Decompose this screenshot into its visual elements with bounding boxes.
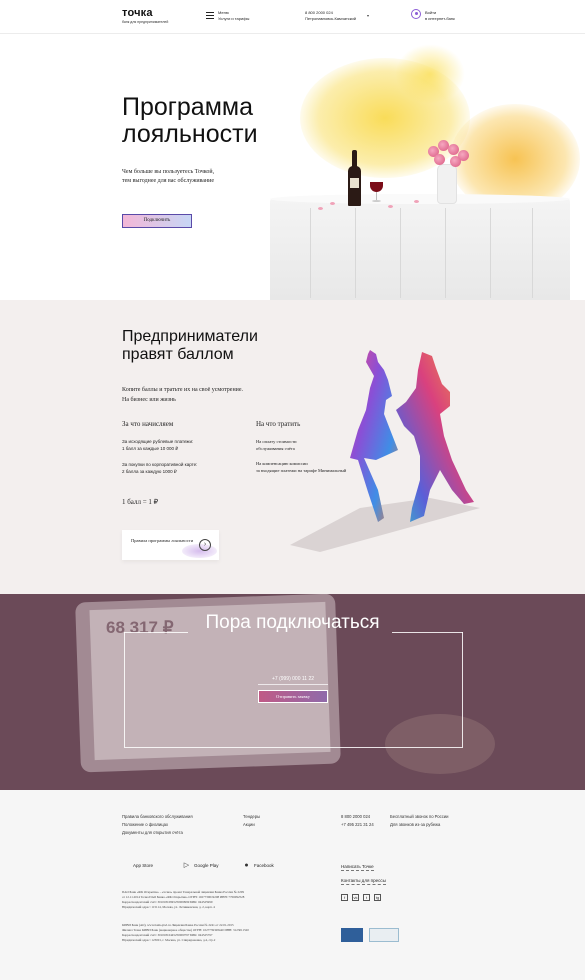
footer-phone-caption: Для звонков из-за рубежа (390, 822, 441, 827)
facebook-social-icon[interactable]: f (341, 894, 348, 901)
app-store-label: App Store (133, 863, 154, 868)
female-dancer (350, 350, 398, 522)
connect-title: Пора подключаться (205, 612, 380, 633)
wine-bottle-illustration (348, 150, 361, 206)
site-header: точка банк для предпринимателей Меню Усл… (0, 0, 585, 34)
city-selector[interactable]: Петропавловск-Камчатский (305, 16, 356, 22)
twitter-social-icon[interactable]: t (363, 894, 370, 901)
tablecloth-illustration (270, 198, 570, 300)
earn-item-value: 1 балл за каждые 10 000 ₽ (122, 446, 179, 451)
hero-title: Программа лояльности (122, 94, 258, 148)
legal-line: Юридический адрес: 123001, г. Москва, ул… (122, 938, 216, 942)
hero-description: Чем больше вы пользуетесь Точкой, тем вы… (122, 168, 282, 186)
site-footer: Правила банковского обслуживания Положен… (0, 790, 585, 980)
legal-info-opening: ПАО Банк «ФК Открытие» - «точка» проект … (122, 890, 302, 910)
google-play-label: Google Play (194, 863, 219, 868)
login-labels: Войти в интернет-банк (425, 10, 455, 21)
hero-desc-line-1: Чем больше вы пользуетесь Точкой, (122, 169, 215, 175)
loyalty-description: Копите баллы и тратьте их на своё усмотр… (122, 385, 302, 405)
google-play-icon: ▷ (183, 862, 190, 869)
loyalty-desc-line-2: На бизнес или жизнь (122, 397, 176, 403)
yellow-splash-small (395, 44, 465, 104)
rose-illustration (450, 156, 461, 167)
footer-link[interactable]: Документы для открытия счёта (122, 830, 183, 836)
vase-illustration (437, 164, 457, 204)
login-sublabel: в интернет-банк (425, 15, 455, 21)
footer-phone-caption: Бесплатный звонок по России (390, 814, 449, 819)
menu-sublabel: Услуги и тарифы (218, 15, 250, 21)
points-rate: 1 балл = 1 ₽ (122, 498, 159, 506)
apple-icon (122, 862, 129, 869)
user-icon (411, 9, 421, 19)
earn-heading: За что начисляем (122, 420, 174, 428)
petal-illustration (388, 205, 393, 208)
connect-button[interactable]: Подключить (122, 214, 192, 228)
hero-title-line-1: Программа (122, 93, 253, 121)
arrow-right-icon[interactable]: › (199, 539, 211, 551)
submit-application-button[interactable]: Отправить заявку (258, 690, 328, 703)
write-us-link[interactable]: Написать Точке (341, 864, 374, 871)
dancers-shadow (290, 498, 480, 552)
earn-item-value: 2 балла за каждую 1000 ₽ (122, 469, 177, 474)
footer-link[interactable]: Положение о физлицах (122, 822, 168, 828)
facebook-label: Facebook (254, 863, 274, 868)
footer-link[interactable]: Правила банковского обслуживания (122, 814, 193, 820)
connect-frame-top-right (392, 632, 463, 633)
deposit-insurance-badge (341, 928, 363, 942)
wine-glass-illustration (370, 182, 383, 192)
rules-link[interactable]: Правила программы лояльности (131, 538, 193, 543)
loyalty-desc-line-1: Копите баллы и тратьте их на своё усмотр… (122, 387, 244, 393)
phone-input[interactable]: +7 (999) 000 11 22 (258, 676, 328, 685)
rose-illustration (434, 154, 445, 165)
rules-link-card[interactable]: Правила программы лояльности › (122, 530, 219, 560)
footer-phone[interactable]: +7 495 221 31 24 (341, 822, 374, 828)
telegram-social-icon[interactable]: tg (374, 894, 381, 901)
footer-link[interactable]: Акции (243, 822, 255, 828)
app-store-link[interactable]: App Store (122, 862, 153, 869)
petal-illustration (318, 207, 323, 210)
chevron-down-icon[interactable]: ▾ (367, 13, 369, 18)
menu-button[interactable]: Меню Услуги и тарифы (206, 10, 249, 21)
earn-item: За исходящие рублевые платежи: 1 балл за… (122, 438, 247, 452)
wine-glass-foot (372, 200, 381, 202)
earn-item-title: За покупки по корпоративной карте: (122, 462, 198, 467)
hero-desc-line-2: тем выгоднее для вас обслуживание (122, 178, 215, 184)
petal-illustration (414, 200, 419, 203)
footer-link[interactable]: Тендеры (243, 814, 260, 820)
logo-wordmark: точка (122, 7, 153, 19)
petal-illustration (330, 202, 335, 205)
legal-info-qiwi: КИВИ Банк (АО), www.bank.qiwi.ru Лицензи… (122, 923, 302, 943)
header-contacts[interactable]: 8 800 2000 024 Петропавловск-Камчатский (305, 10, 356, 21)
earn-item: За покупки по корпоративной карте: 2 бал… (122, 461, 247, 475)
facebook-icon: ● (244, 862, 249, 869)
logo-subtitle: банк для предпринимателей (122, 20, 169, 24)
loyalty-title-line-1: Предприниматели (122, 328, 258, 345)
table-top (270, 194, 570, 204)
menu-labels: Меню Услуги и тарифы (218, 10, 249, 21)
dancers-illustration (290, 350, 480, 552)
connect-frame-top-left (124, 632, 188, 633)
vk-social-icon[interactable]: vk (352, 894, 359, 901)
connect-section: 68 317 ₽ Пора подключаться +7 (999) 000 … (0, 594, 585, 790)
legal-line: Юридический адрес: 115114, Москва, ул. Л… (122, 905, 215, 909)
earn-item-title: За исходящие рублевые платежи: (122, 439, 194, 444)
press-contacts-link[interactable]: Контакты для прессы (341, 878, 386, 885)
hero-section: Программа лояльности Чем больше вы польз… (0, 34, 585, 300)
footer-phone[interactable]: 8 800 2000 024 (341, 814, 370, 820)
login-button[interactable]: Войти в интернет-банк (411, 9, 455, 21)
loyalty-title-line-2: правят баллом (122, 346, 234, 363)
hamburger-icon (206, 12, 214, 19)
facebook-link[interactable]: ● Facebook (243, 862, 274, 869)
male-dancer (396, 352, 474, 522)
loyalty-title: Предприниматели правят баллом (122, 328, 258, 364)
hero-title-line-2: лояльности (122, 120, 258, 148)
pci-dss-badge (369, 928, 399, 942)
logo[interactable]: точка банк для предпринимателей (122, 7, 168, 24)
google-play-link[interactable]: ▷ Google Play (183, 862, 219, 869)
